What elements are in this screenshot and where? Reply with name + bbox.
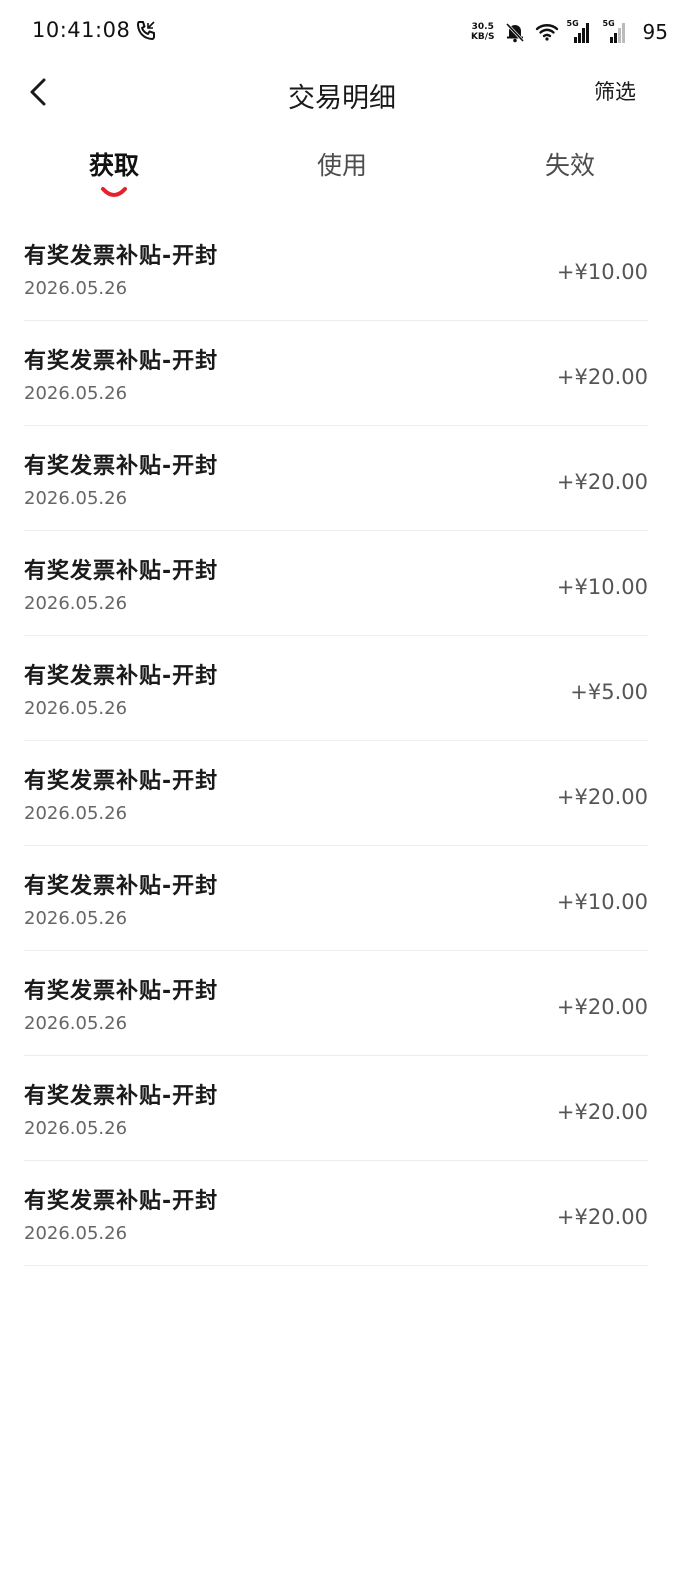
network-speed-value: 30.5 [471,22,494,32]
network-speed: 30.5 KB/S [471,22,495,42]
wifi-icon [535,24,558,41]
list-item[interactable]: 有奖发票补贴-开封 2026.05.26 +¥5.00 [24,636,648,741]
battery-level: 95 [642,20,668,44]
list-item[interactable]: 有奖发票补贴-开封 2026.05.26 +¥20.00 [24,1056,648,1161]
transaction-amount: +¥20.00 [556,995,648,1019]
transaction-title: 有奖发票补贴-开封 [24,769,219,794]
transaction-date: 2026.05.26 [24,1223,128,1244]
tab-obtain-label: 获取 [88,151,139,180]
tab-use-label: 使用 [316,151,367,180]
sim2-network-type: 5G [602,19,615,28]
page-title: 交易明细 [288,83,396,114]
transaction-date: 2026.05.26 [24,1013,128,1034]
network-speed-unit: KB/S [470,32,495,42]
list-item[interactable]: 有奖发票补贴-开封 2026.05.26 +¥20.00 [24,1161,648,1266]
phone-call-icon [137,21,155,40]
signal-sim1-icon: 5G [566,19,595,43]
status-time: 10:41:08 [32,18,131,42]
sim1-network-type: 5G [566,19,579,28]
transaction-title: 有奖发票补贴-开封 [24,559,219,584]
list-item[interactable]: 有奖发票补贴-开封 2026.05.26 +¥10.00 [24,846,648,951]
transaction-date: 2026.05.26 [24,1118,128,1139]
transaction-amount: +¥20.00 [556,1100,648,1124]
transaction-date: 2026.05.26 [24,278,128,299]
list-item[interactable]: 有奖发票补贴-开封 2026.05.26 +¥20.00 [24,321,648,426]
signal-sim2-icon: 5G [602,19,631,43]
transaction-title: 有奖发票补贴-开封 [24,349,219,374]
status-icons: 30.5 KB/S 5G 5G 95 [471,18,668,46]
transaction-amount: +¥10.00 [556,890,648,914]
transaction-amount: +¥20.00 [556,365,648,389]
transaction-amount: +¥10.00 [556,260,648,284]
transaction-amount: +¥20.00 [556,470,648,494]
tab-bar: 获取 使用 失效 [0,120,684,216]
tab-use[interactable]: 使用 [228,120,456,216]
transaction-date: 2026.05.26 [24,803,128,824]
transaction-amount: +¥20.00 [556,785,648,809]
list-item[interactable]: 有奖发票补贴-开封 2026.05.26 +¥20.00 [24,426,648,531]
transaction-title: 有奖发票补贴-开封 [24,454,219,479]
transaction-title: 有奖发票补贴-开封 [24,1084,219,1109]
transaction-title: 有奖发票补贴-开封 [24,244,219,269]
active-tab-indicator [101,187,127,197]
transaction-amount: +¥20.00 [556,1205,648,1229]
transaction-title: 有奖发票补贴-开封 [24,979,219,1004]
transaction-date: 2026.05.26 [24,698,128,719]
transaction-list: 有奖发票补贴-开封 2026.05.26 +¥10.00 有奖发票补贴-开封 2… [0,216,684,1266]
nav-bar: 交易明细 筛选 [0,64,684,120]
status-bar: 10:41:08 30.5 KB/S 5G 5G 95 [0,0,684,64]
transaction-date: 2026.05.26 [24,383,128,404]
tab-obtain[interactable]: 获取 [0,120,228,216]
tab-expired-label: 失效 [544,151,595,180]
list-item[interactable]: 有奖发票补贴-开封 2026.05.26 +¥20.00 [24,951,648,1056]
filter-button[interactable]: 筛选 [594,76,636,106]
list-item[interactable]: 有奖发票补贴-开封 2026.05.26 +¥20.00 [24,741,648,846]
list-item[interactable]: 有奖发票补贴-开封 2026.05.26 +¥10.00 [24,216,648,321]
transaction-date: 2026.05.26 [24,908,128,929]
transaction-date: 2026.05.26 [24,593,128,614]
transaction-amount: +¥5.00 [570,680,648,704]
transaction-amount: +¥10.00 [556,575,648,599]
bell-muted-icon [505,22,524,43]
tab-expired[interactable]: 失效 [456,120,684,216]
transaction-date: 2026.05.26 [24,488,128,509]
list-item[interactable]: 有奖发票补贴-开封 2026.05.26 +¥10.00 [24,531,648,636]
transaction-title: 有奖发票补贴-开封 [24,874,219,899]
transaction-title: 有奖发票补贴-开封 [24,1189,219,1214]
transaction-title: 有奖发票补贴-开封 [24,664,219,689]
